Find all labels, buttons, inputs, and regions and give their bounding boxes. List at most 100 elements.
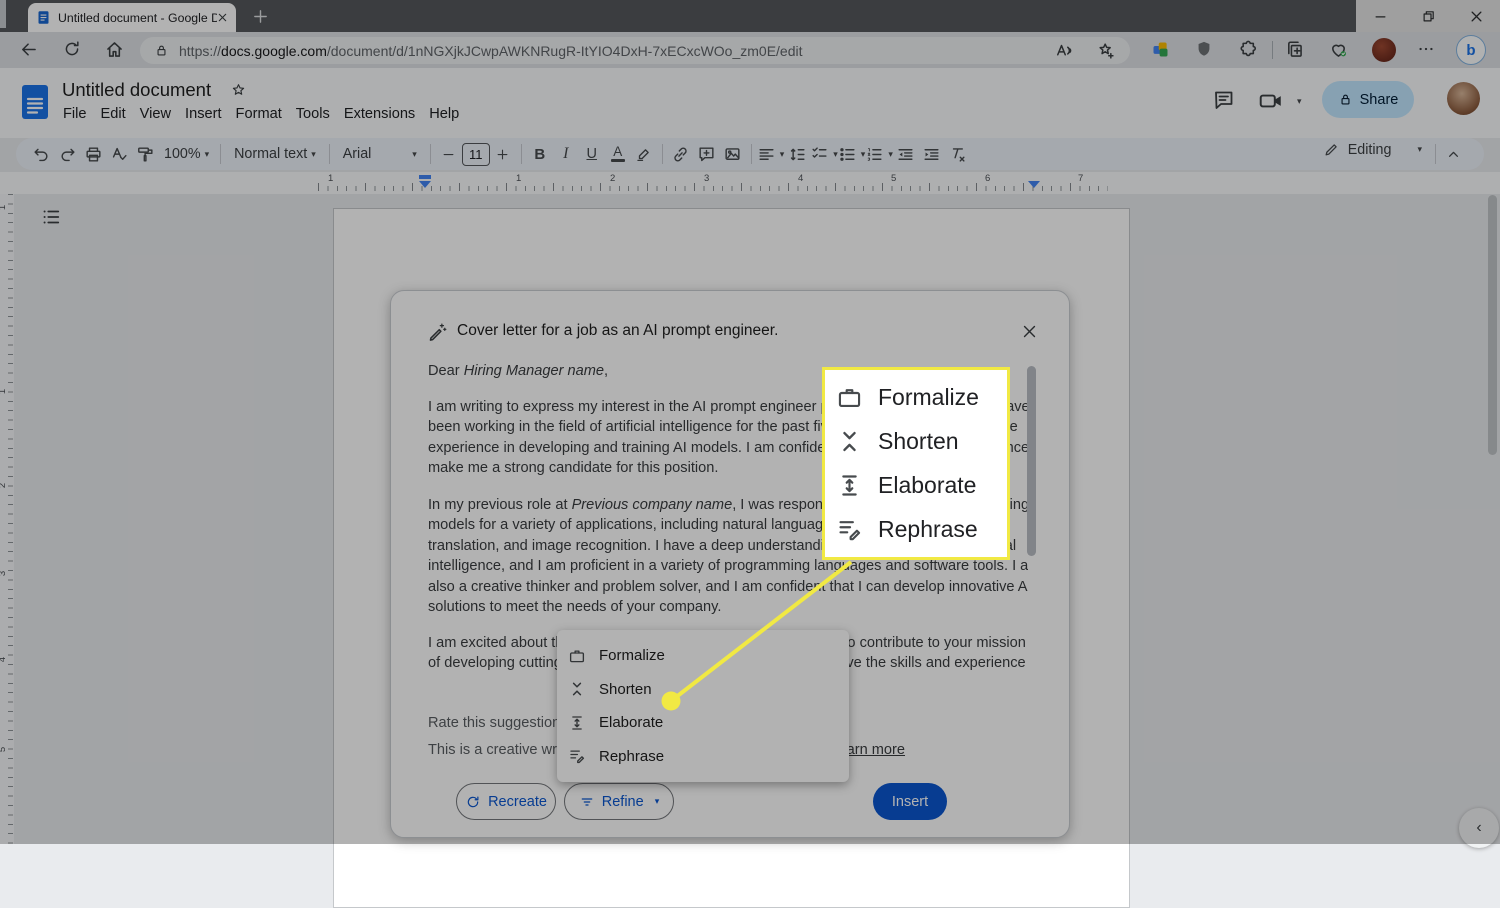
spellcheck-button[interactable]	[106, 141, 132, 167]
highlight-color-button[interactable]	[631, 141, 657, 167]
menu-edit[interactable]: Edit	[94, 104, 133, 124]
right-indent-marker[interactable]	[1028, 181, 1040, 188]
zoom-select[interactable]: 100%▾	[158, 141, 215, 167]
numbered-list-button[interactable]: ▾	[865, 141, 893, 167]
align-button[interactable]: ▾	[757, 141, 785, 167]
insert-button[interactable]: Insert	[873, 783, 947, 820]
menu-insert[interactable]: Insert	[178, 104, 229, 124]
close-window-icon[interactable]	[1469, 9, 1484, 24]
new-tab-button[interactable]	[252, 8, 269, 25]
underline-button[interactable]: U	[579, 141, 605, 167]
print-button[interactable]	[80, 141, 106, 167]
home-icon[interactable]	[104, 39, 125, 60]
increase-indent-button[interactable]	[919, 141, 945, 167]
video-call-icon[interactable]	[1258, 88, 1284, 114]
close-dialog-icon[interactable]	[1021, 323, 1038, 340]
menu-item-rephrase[interactable]: Rephrase	[557, 741, 849, 771]
vertical-ruler[interactable]: 1 1 2 3 4 5	[0, 194, 14, 844]
docs-profile-avatar[interactable]	[1447, 82, 1480, 115]
menu-item-shorten[interactable]: Shorten	[557, 674, 849, 704]
undo-button[interactable]	[28, 141, 54, 167]
url-bar[interactable]: https://docs.google.com/document/d/1nNGX…	[140, 37, 1130, 64]
restore-icon[interactable]	[1421, 9, 1436, 24]
styles-caret-icon: ▾	[311, 149, 316, 160]
comment-history-icon[interactable]	[1212, 88, 1236, 112]
checklist-button[interactable]: ▾	[810, 141, 838, 167]
url-path: /document/d/1nNGXjkJCwpAWKNRugR-ItYIO4Dx…	[327, 43, 803, 59]
read-aloud-icon[interactable]	[1054, 41, 1074, 61]
video-call-caret-icon[interactable]: ▾	[1297, 96, 1302, 107]
menu-view[interactable]: View	[133, 104, 178, 124]
callout-item-formalize[interactable]: Formalize	[825, 384, 1007, 411]
browser-tab[interactable]: Untitled document - Google Doc	[28, 3, 236, 32]
browser-essentials-icon[interactable]	[1328, 39, 1349, 60]
menu-item-elaborate[interactable]: Elaborate	[557, 708, 849, 738]
font-size-decrease-button[interactable]	[436, 141, 462, 167]
zoom-caret-icon: ▾	[205, 149, 210, 160]
menu-item-formalize[interactable]: Formalize	[557, 641, 849, 671]
italic-button[interactable]: I	[553, 141, 579, 167]
font-size-increase-button[interactable]	[490, 141, 516, 167]
callout-item-shorten[interactable]: Shorten	[825, 428, 1007, 455]
menu-format[interactable]: Format	[229, 104, 289, 124]
screen: { "tab": { "title": "Untitled document -…	[0, 0, 1500, 844]
page-scrollbar-thumb[interactable]	[1488, 195, 1497, 455]
show-side-panel-button[interactable]: ‹	[1459, 808, 1499, 848]
ruler-number: 1	[516, 173, 521, 184]
star-document-icon[interactable]	[230, 82, 247, 99]
placeholder-name: Hiring Manager name	[464, 363, 604, 379]
document-outline-icon[interactable]	[40, 206, 62, 228]
redo-button[interactable]	[54, 141, 80, 167]
rate-suggestion-label: Rate this suggestion:	[428, 713, 564, 733]
browser-menu-dots-icon[interactable]	[1416, 39, 1436, 59]
add-comment-button[interactable]	[694, 141, 720, 167]
font-size-field[interactable]: 11	[462, 143, 490, 166]
browser-profile-avatar[interactable]	[1372, 38, 1396, 62]
docs-logo[interactable]	[21, 84, 49, 122]
bold-button[interactable]: B	[527, 141, 553, 167]
reload-icon[interactable]	[62, 39, 82, 59]
chevron-left-icon: ‹	[1476, 819, 1481, 837]
clear-formatting-button[interactable]	[945, 141, 971, 167]
collections-icon[interactable]	[1284, 39, 1305, 60]
ruler-number: 1	[328, 173, 333, 184]
extensions-puzzle-icon[interactable]	[1238, 39, 1259, 60]
url-text[interactable]: https://docs.google.com/document/d/1nNGX…	[179, 43, 803, 59]
site-lock-icon[interactable]	[154, 43, 169, 58]
callout-item-elaborate[interactable]: Elaborate	[825, 472, 1007, 499]
collapse-toolbar-icon[interactable]	[1445, 146, 1462, 163]
tab-close-icon[interactable]	[217, 12, 228, 23]
minimize-icon[interactable]	[1373, 9, 1388, 24]
editing-mode-select[interactable]: Editing ▾	[1323, 141, 1422, 158]
insert-image-button[interactable]	[720, 141, 746, 167]
menu-tools[interactable]: Tools	[289, 104, 337, 124]
left-indent-marker[interactable]	[419, 181, 431, 188]
paragraph-style-select[interactable]: Normal text▾	[226, 141, 324, 167]
favorite-star-add-icon[interactable]	[1096, 41, 1116, 61]
callout-item-rephrase[interactable]: Rephrase	[825, 516, 1007, 543]
insert-link-button[interactable]	[668, 141, 694, 167]
line-spacing-button[interactable]	[784, 141, 810, 167]
menu-help[interactable]: Help	[422, 104, 466, 124]
bing-chat-icon[interactable]: b	[1456, 35, 1486, 65]
bulleted-list-button[interactable]: ▾	[838, 141, 866, 167]
extension-docs-icon[interactable]	[1150, 39, 1171, 60]
recreate-button[interactable]: Recreate	[456, 783, 556, 820]
horizontal-ruler[interactable]: 1 1 2 3 4 5 6 7	[0, 172, 1500, 194]
adblock-shield-icon[interactable]	[1194, 39, 1214, 59]
refine-button[interactable]: Refine ▾	[564, 783, 674, 820]
share-button[interactable]: Share	[1322, 81, 1414, 118]
shorten-collapse-icon	[568, 680, 586, 698]
paint-format-button[interactable]	[132, 141, 158, 167]
menu-extensions[interactable]: Extensions	[337, 104, 422, 124]
text-color-button[interactable]: A	[605, 141, 631, 167]
menu-file[interactable]: File	[56, 104, 94, 124]
document-title[interactable]: Untitled document	[62, 79, 211, 101]
pencil-icon	[1323, 141, 1340, 158]
back-icon[interactable]	[18, 39, 39, 60]
font-family-select[interactable]: Arial▾	[335, 141, 425, 167]
tab-title: Untitled document - Google Doc	[58, 11, 217, 25]
decrease-indent-button[interactable]	[893, 141, 919, 167]
first-line-indent-marker[interactable]	[419, 175, 431, 179]
dialog-scrollbar-thumb[interactable]	[1027, 366, 1036, 556]
